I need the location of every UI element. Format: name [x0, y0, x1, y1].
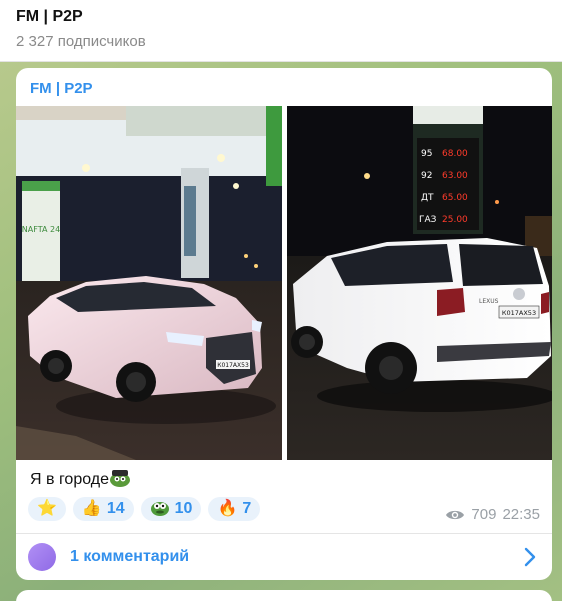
- reaction-star[interactable]: ⭐: [28, 497, 66, 521]
- fuel-price-95: 68.00: [442, 149, 468, 159]
- message-text: Я в городе: [30, 468, 131, 489]
- reactions-bar: ⭐ 👍 14 10 🔥 7: [28, 497, 261, 521]
- reaction-thumbs-up[interactable]: 👍 14: [72, 497, 134, 521]
- fuel-label-92: 92: [421, 171, 432, 181]
- reaction-fire[interactable]: 🔥 7: [208, 497, 261, 521]
- commenter-avatar: [28, 543, 56, 571]
- message-time: 22:35: [502, 506, 540, 523]
- fuel-price-dt: 65.00: [442, 193, 468, 203]
- sender-name[interactable]: FM | P2P: [30, 80, 93, 97]
- station-sign-text: NAFTA 24: [22, 225, 60, 234]
- fuel-price-92: 63.00: [442, 171, 468, 181]
- eye-icon: [446, 510, 465, 519]
- view-count: 709: [471, 506, 497, 523]
- fire-icon: 🔥: [217, 500, 238, 517]
- comments-button[interactable]: 1 комментарий: [16, 534, 552, 580]
- rear-plate-text: К017АХ53: [502, 309, 536, 317]
- next-message-bubble[interactable]: [16, 590, 552, 601]
- photo-lexus-gas-station[interactable]: NAFTA 24 К017АХ53: [16, 106, 282, 460]
- subscriber-count: 2 327 подписчиков: [16, 33, 146, 50]
- photo-lexus-rear-price-board[interactable]: 95 68.00 92 63.00 ДТ 65.00 ГАЗ 25.00 LEX…: [287, 106, 552, 460]
- channel-title[interactable]: FM | P2P: [16, 8, 83, 26]
- message-bubble[interactable]: FM | P2P NAFTA 24 К017АХ53 95 68.00 92 6…: [16, 68, 552, 580]
- pepe-emoji-icon: [109, 468, 131, 488]
- comments-label: 1 комментарий: [70, 548, 190, 565]
- lexus-badge-text: LEXUS: [479, 298, 499, 305]
- reaction-pepe[interactable]: 10: [140, 497, 202, 521]
- reaction-count: 10: [174, 500, 193, 517]
- channel-header[interactable]: FM | P2P 2 327 подписчиков: [0, 0, 562, 62]
- reaction-count: 14: [106, 500, 125, 517]
- star-icon: ⭐: [37, 500, 57, 517]
- message-meta: 709 22:35: [445, 506, 540, 523]
- fuel-price-gas: 25.00: [442, 215, 468, 225]
- fuel-label-dt: ДТ: [421, 193, 434, 203]
- chevron-right-icon: [524, 547, 536, 567]
- license-plate-text: К017АХ53: [217, 362, 249, 369]
- message-text-content: Я в городе: [30, 471, 110, 488]
- thumbs-up-icon: 👍: [81, 500, 102, 517]
- fuel-label-gas: ГАЗ: [419, 215, 437, 225]
- pepe-emoji-icon: [150, 498, 170, 520]
- fuel-label-95: 95: [421, 149, 432, 159]
- reaction-count: 7: [242, 500, 252, 517]
